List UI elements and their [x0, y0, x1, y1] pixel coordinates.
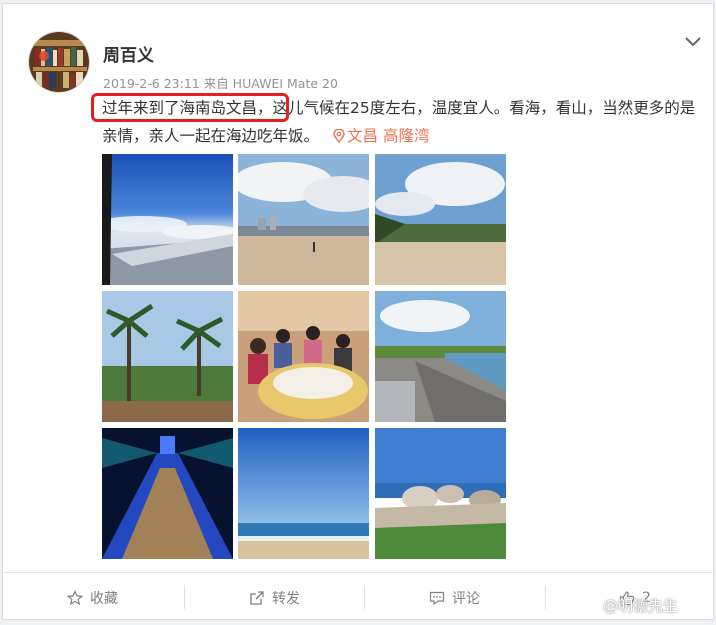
photo-palm-trees[interactable] [102, 291, 233, 422]
action-divider [184, 585, 185, 609]
weibo-post-card: 周百义 2019-2-6 23:11 来自 HUAWEI Mate 20 过年来… [2, 3, 715, 622]
repost-button[interactable]: 转发 [249, 573, 300, 622]
location-pin-icon [333, 124, 345, 144]
comment-icon [429, 591, 445, 605]
action-divider [545, 585, 546, 609]
author-name[interactable]: 周百义 [103, 41, 154, 66]
avatar[interactable] [28, 31, 90, 93]
photo-grid [102, 154, 506, 559]
photo-family-dinner[interactable] [238, 291, 369, 422]
location-link[interactable]: 文昌 高隆湾 [347, 127, 429, 145]
photo-seaside-promenade[interactable] [375, 291, 506, 422]
watermark: @明德先生 [603, 597, 679, 615]
share-icon [250, 590, 264, 605]
photo-rocky-coast[interactable] [375, 428, 506, 559]
favorite-button[interactable]: 收藏 [67, 573, 118, 622]
favorite-label: 收藏 [90, 590, 118, 607]
repost-label: 转发 [272, 590, 300, 607]
comment-label: 评论 [452, 590, 480, 607]
post-meta: 2019-2-6 23:11 来自 HUAWEI Mate 20 [103, 76, 338, 91]
star-icon [67, 589, 83, 605]
highlight-box [91, 93, 289, 122]
photo-ocean-sky[interactable] [238, 428, 369, 559]
photo-light-tunnel[interactable] [102, 428, 233, 559]
action-divider [364, 585, 365, 609]
photo-beach-city[interactable] [238, 154, 369, 285]
comment-button[interactable]: 评论 [429, 573, 480, 622]
photo-beach-palms[interactable] [375, 154, 506, 285]
chevron-down-icon[interactable] [683, 32, 703, 52]
photo-airplane-window[interactable] [102, 154, 233, 285]
